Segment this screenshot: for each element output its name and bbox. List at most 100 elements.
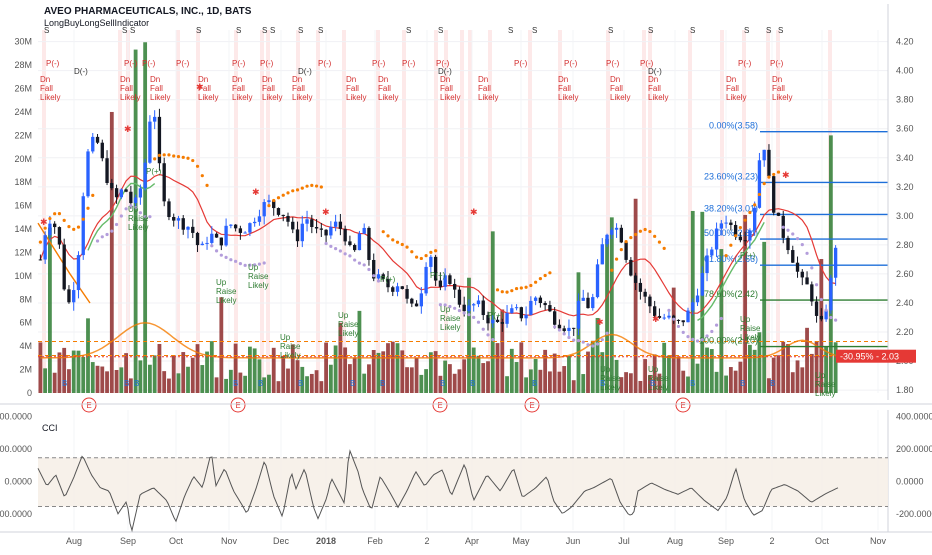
sar-dot: [662, 246, 666, 250]
sar-dot: [705, 334, 709, 338]
dn-fall-likely-label: Fall: [478, 84, 491, 93]
candle-body: [729, 222, 733, 225]
volume-bar: [643, 359, 648, 393]
sar-dot: [619, 248, 623, 252]
dn-fall-likely-label: Fall: [150, 84, 163, 93]
candle-body: [391, 287, 395, 292]
candle-body: [324, 229, 328, 236]
candle-body: [610, 229, 614, 235]
candle-body: [629, 259, 633, 276]
dn-fall-likely-label: Fall: [292, 84, 305, 93]
cci-tick-label-left: 200.0000: [0, 444, 32, 454]
cci-tick-label-left: -200.0000: [0, 509, 32, 519]
candle-body: [414, 303, 419, 307]
sell-signal-label: S: [262, 26, 267, 35]
sar-dot: [348, 254, 352, 258]
chart-title: AVEO PHARMACEUTICALS, INC., 1D, BATS: [44, 6, 252, 17]
sar-dot: [500, 290, 504, 294]
dn-fall-likely-label: Dn: [292, 75, 302, 84]
candle-body: [186, 226, 190, 230]
candle-body: [95, 136, 100, 143]
volume-bar: [719, 249, 724, 393]
volume-bar: [105, 371, 109, 393]
volume-bar: [128, 378, 133, 393]
candle-body: [424, 266, 428, 294]
sar-dot: [229, 258, 233, 262]
candle-body: [67, 289, 71, 303]
candle-body: [267, 200, 271, 203]
sar-dot: [719, 316, 723, 321]
volume-bar: [628, 373, 633, 393]
candle-body: [633, 275, 638, 283]
dn-fall-likely-label: Likely: [292, 93, 312, 102]
volume-bar: [214, 377, 219, 393]
time-tick-label: 2: [424, 536, 429, 546]
buy-marker: B: [440, 379, 445, 388]
sar-dot: [314, 184, 319, 188]
volume-bar: [467, 277, 471, 393]
candle-body: [553, 311, 557, 325]
volume-bar: [748, 344, 752, 393]
candle-body: [262, 202, 266, 217]
volume-bar: [224, 378, 228, 393]
dn-fall-likely-label: Likely: [150, 93, 170, 102]
sar-dot: [629, 235, 633, 240]
candle-body: [833, 247, 838, 278]
up-raise-likely-label: Up: [248, 263, 259, 272]
p-minus-label: P(-): [436, 59, 450, 68]
volume-bar: [314, 370, 319, 393]
candle-body: [819, 315, 823, 320]
star-marker: ✱: [252, 187, 260, 197]
sar-dot: [681, 330, 685, 335]
volume-bar: [448, 364, 452, 393]
candle-body: [176, 218, 181, 221]
candle-body: [557, 324, 562, 329]
price-tick-label: 1.80: [896, 385, 914, 395]
candle-body: [110, 182, 114, 189]
buy-marker: B: [532, 379, 537, 388]
candle-body: [295, 229, 300, 242]
signal-band: [402, 30, 406, 393]
candle-body: [62, 244, 66, 290]
candle-body: [357, 233, 362, 251]
volume-bar: [190, 357, 195, 393]
candle-body: [248, 223, 252, 233]
sar-dot: [191, 158, 195, 163]
candle-body: [205, 242, 209, 244]
sar-dot: [367, 267, 371, 272]
sar-dot: [738, 225, 742, 230]
sar-dot: [581, 340, 585, 344]
buy-marker: B: [298, 379, 303, 388]
fib-label: 23.60%(3.23): [704, 171, 758, 181]
volume-bar: [138, 360, 143, 393]
star-marker: ✱: [40, 217, 48, 227]
candle-body: [53, 223, 57, 228]
candle-body: [38, 259, 43, 261]
sar-dot: [310, 183, 314, 187]
volume-bar: [38, 342, 43, 393]
candle-body: [753, 207, 757, 231]
volume-tick-label: 22M: [14, 130, 32, 140]
sar-dot: [614, 257, 619, 261]
sar-dot: [276, 196, 281, 200]
volume-bar: [462, 359, 467, 393]
sar-dot: [553, 325, 557, 329]
time-tick-label: Oct: [815, 536, 830, 546]
volume-bar: [681, 370, 686, 393]
fib-label: 0.00%(3.58): [709, 121, 758, 131]
sar-dot: [395, 240, 400, 244]
p-minus-label: P(-): [606, 59, 620, 68]
buy-marker: B: [124, 379, 129, 388]
sar-dot: [757, 192, 762, 197]
up-raise-likely-label: Raise: [338, 320, 359, 329]
up-raise-likely-label: Likely: [248, 281, 268, 290]
sar-dot: [710, 329, 714, 334]
volume-bar: [714, 371, 719, 393]
p-minus-label: P(-): [318, 59, 332, 68]
volume-bar: [624, 372, 628, 393]
volume-bar: [481, 363, 486, 393]
candle-body: [153, 116, 157, 122]
sar-dot: [362, 263, 366, 267]
candle-body: [395, 286, 400, 292]
sar-dot: [467, 313, 471, 317]
